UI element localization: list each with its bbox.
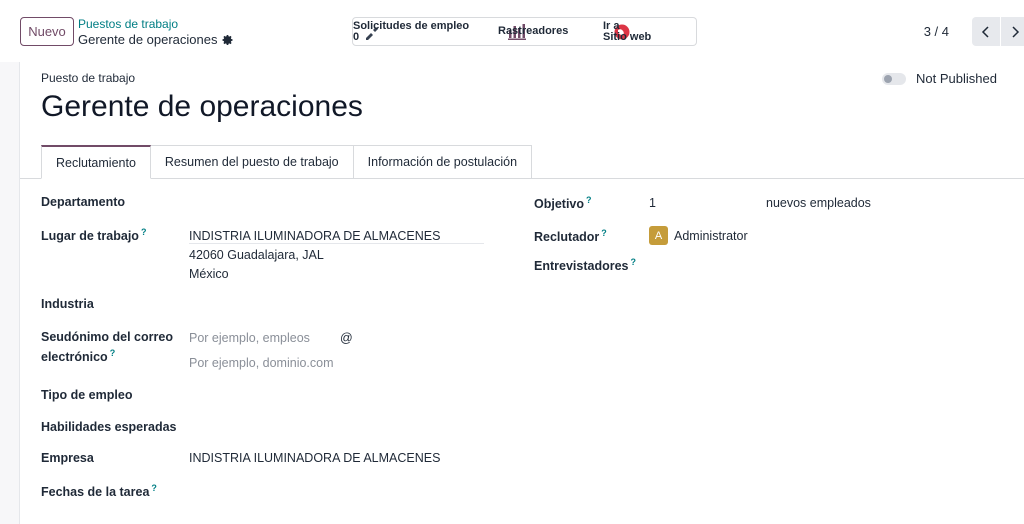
breadcrumb-current: Gerente de operaciones (78, 32, 234, 47)
pager-previous-button[interactable] (972, 17, 1000, 46)
task-dates-label: Fechas de la tarea? (41, 483, 157, 499)
applications-title: Solicitudes de empleo (353, 19, 470, 32)
publish-toggle[interactable]: Not Published (882, 71, 997, 86)
field-underline (189, 243, 484, 244)
go-to-website-smart-button[interactable]: Ir a Sitio web (603, 17, 697, 46)
applications-label: Solicitudes de empleo 0 (353, 19, 470, 43)
job-position-label: Puesto de trabajo (41, 71, 136, 85)
target-field[interactable]: 1 (649, 196, 656, 210)
company-field[interactable]: INDISTRIA ILUMINADORA DE ALMACENES (189, 451, 440, 465)
employment-type-label: Tipo de empleo (41, 388, 133, 402)
tab-recruitment[interactable]: Reclutamiento (41, 145, 151, 179)
help-icon[interactable]: ? (586, 195, 592, 205)
email-alias-label-line1: Seudónimo del correo (41, 330, 173, 344)
expected-skills-label: Habilidades esperadas (41, 420, 177, 434)
help-icon[interactable]: ? (630, 257, 636, 267)
industry-label: Industria (41, 297, 94, 311)
chevron-right-icon (1012, 25, 1020, 38)
trackers-smart-button[interactable]: Rastreadores (498, 17, 604, 46)
recruiter-field[interactable]: Administrator (674, 229, 748, 243)
interviewers-label: Entrevistadores? (534, 257, 636, 273)
tab-job-summary[interactable]: Resumen del puesto de trabajo (150, 145, 354, 179)
help-icon[interactable]: ? (601, 228, 607, 238)
trackers-label: Rastreadores (498, 25, 569, 37)
applications-smart-button[interactable]: Solicitudes de empleo 0 (352, 17, 499, 46)
target-label-text: Objetivo (534, 197, 585, 212)
new-button[interactable]: Nuevo (20, 17, 74, 46)
tab-application-info[interactable]: Información de postulación (353, 145, 533, 179)
workplace-address-line2: 42060 Guadalajara, JAL (189, 248, 324, 262)
interviewers-label-text: Entrevistadores (534, 259, 629, 274)
breadcrumb-current-label: Gerente de operaciones (78, 32, 218, 47)
form-sheet: Puesto de trabajo Gerente de operaciones… (19, 62, 1024, 524)
recruiter-label: Reclutador? (534, 228, 607, 244)
go-to-website-label: Ir a Sitio web (603, 20, 652, 43)
email-alias-input[interactable]: Por ejemplo, empleos (189, 331, 310, 345)
workplace-address-line3: México (189, 267, 229, 281)
workplace-label: Lugar de trabajo? (41, 227, 146, 243)
control-panel: Nuevo Puestos de trabajo Gerente de oper… (0, 0, 1024, 62)
applications-count: 0 (353, 30, 360, 43)
publish-status: Not Published (916, 71, 997, 86)
avatar: A (649, 226, 668, 245)
pager-value[interactable]: 3 / 4 (924, 24, 949, 39)
at-sign: @ (340, 331, 353, 345)
workplace-label-text: Lugar de trabajo (41, 229, 139, 244)
target-label: Objetivo? (534, 195, 592, 211)
task-dates-label-text: Fechas de la tarea (41, 485, 150, 500)
help-icon[interactable]: ? (110, 348, 116, 358)
email-alias-label-line2: electrónico? (41, 348, 115, 364)
breadcrumb-parent-link[interactable]: Puestos de trabajo (78, 17, 178, 31)
help-icon[interactable]: ? (141, 227, 147, 237)
job-title-field[interactable]: Gerente de operaciones (41, 90, 363, 124)
email-domain-input[interactable]: Por ejemplo, dominio.com (189, 356, 334, 370)
department-label: Departamento (41, 195, 126, 209)
pager-next-button[interactable] (1001, 17, 1024, 46)
website-label: Sitio web (603, 30, 652, 43)
workplace-name[interactable]: INDISTRIA ILUMINADORA DE ALMACENES (189, 229, 440, 243)
recruiter-label-text: Reclutador (534, 230, 600, 245)
help-icon[interactable]: ? (151, 483, 157, 493)
target-suffix: nuevos empleados (766, 196, 871, 210)
company-label: Empresa (41, 451, 94, 465)
chevron-left-icon (981, 25, 989, 38)
toggle-switch-icon[interactable] (882, 72, 907, 85)
gear-icon[interactable] (222, 34, 234, 46)
form-tabs: Reclutamiento Resumen del puesto de trab… (41, 145, 533, 179)
email-alias-label-text: electrónico (41, 350, 108, 365)
